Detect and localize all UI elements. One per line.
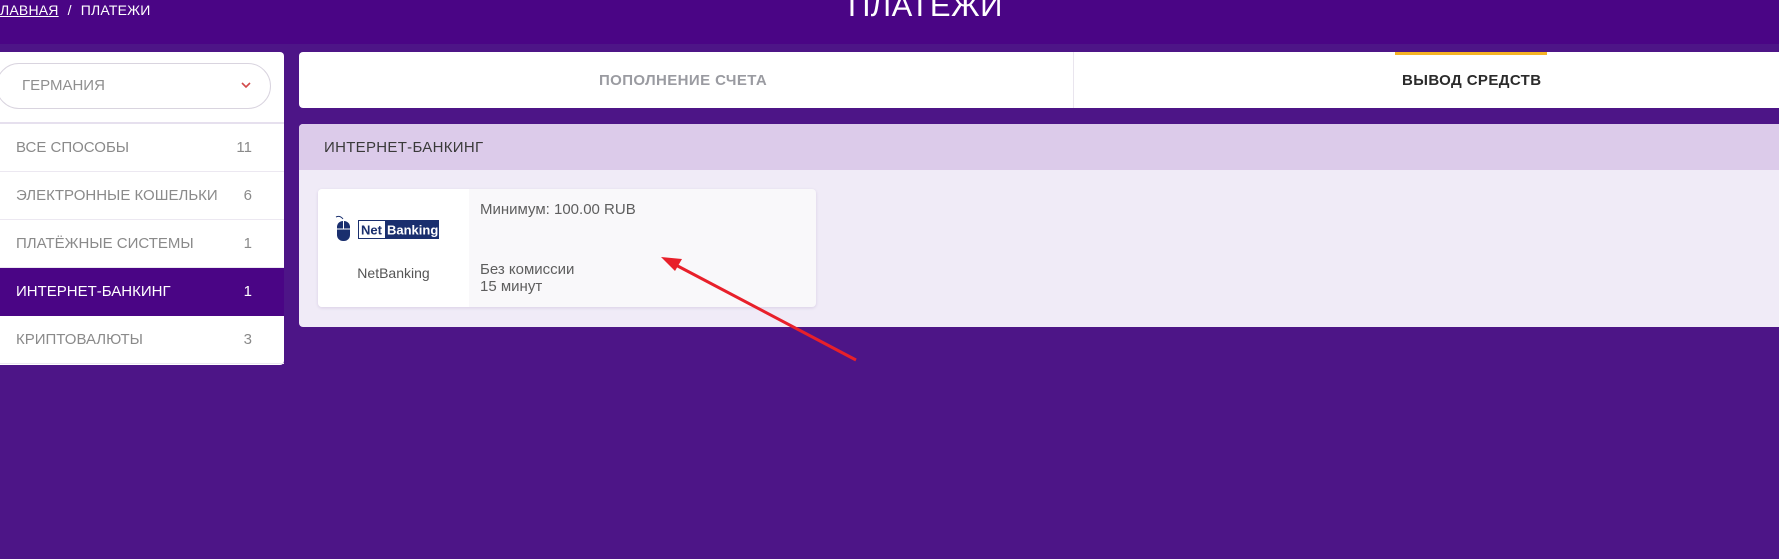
category-item-internet-banking[interactable]: ИНТЕРНЕТ-БАНКИНГ 1 bbox=[0, 268, 284, 316]
category-label: ПЛАТЁЖНЫЕ СИСТЕМЫ bbox=[16, 235, 194, 252]
netbanking-logo: Net Banking bbox=[335, 215, 439, 241]
category-item-crypto[interactable]: КРИПТОВАЛЮТЫ 3 bbox=[0, 316, 284, 364]
payment-method-card[interactable]: Net Banking NetBanking Минимум: 100.00 R… bbox=[318, 189, 816, 307]
method-minimum: Минимум: 100.00 RUB bbox=[480, 201, 636, 218]
category-label: ИНТЕРНЕТ-БАНКИНГ bbox=[16, 283, 171, 300]
logo-text-net: Net bbox=[361, 223, 383, 238]
category-item-e-wallets[interactable]: ЭЛЕКТРОННЫЕ КОШЕЛЬКИ 6 bbox=[0, 172, 284, 220]
methods-panel: ИНТЕРНЕТ-БАНКИНГ Net Banking NetBanking … bbox=[299, 124, 1779, 327]
category-label: КРИПТОВАЛЮТЫ bbox=[16, 331, 143, 348]
method-fee: Без комиссии bbox=[480, 261, 575, 278]
category-list: ВСЕ СПОСОБЫ 11 ЭЛЕКТРОННЫЕ КОШЕЛЬКИ 6 ПЛ… bbox=[0, 124, 284, 364]
logo-text-banking: Banking bbox=[387, 223, 438, 238]
method-processing-time: 15 минут bbox=[480, 278, 543, 295]
category-count: 11 bbox=[236, 139, 252, 156]
category-count: 6 bbox=[243, 187, 252, 204]
breadcrumb: ЛАВНАЯ / ПЛАТЕЖИ bbox=[0, 2, 151, 18]
breadcrumb-home-link[interactable]: ЛАВНАЯ bbox=[0, 2, 59, 18]
breadcrumb-separator: / bbox=[67, 2, 72, 18]
tab-withdraw-label: ВЫВОД СРЕДСТВ bbox=[1402, 72, 1542, 89]
sidebar: ГЕРМАНИЯ ВСЕ СПОСОБЫ 11 ЭЛЕКТРОННЫЕ КОШЕ… bbox=[0, 52, 284, 365]
panel-title: ИНТЕРНЕТ-БАНКИНГ bbox=[324, 139, 484, 156]
category-label: ЭЛЕКТРОННЫЕ КОШЕЛЬКИ bbox=[16, 187, 218, 204]
category-count: 3 bbox=[243, 331, 252, 348]
tab-deposit[interactable]: ПОПОЛНЕНИЕ СЧЕТА bbox=[299, 52, 1074, 108]
panel-header: ИНТЕРНЕТ-БАНКИНГ bbox=[299, 124, 1779, 170]
category-count: 1 bbox=[243, 283, 252, 300]
chevron-down-icon bbox=[241, 82, 251, 89]
country-select[interactable]: ГЕРМАНИЯ bbox=[0, 63, 271, 109]
tab-withdraw[interactable]: ВЫВОД СРЕДСТВ bbox=[1074, 52, 1779, 108]
category-item-all[interactable]: ВСЕ СПОСОБЫ 11 bbox=[0, 124, 284, 172]
method-name: NetBanking bbox=[357, 265, 430, 281]
active-tab-indicator bbox=[1395, 52, 1547, 55]
category-item-payment-systems[interactable]: ПЛАТЁЖНЫЕ СИСТЕМЫ 1 bbox=[0, 220, 284, 268]
page-title: ПЛАТЕЖИ bbox=[848, 0, 1003, 23]
category-label: ВСЕ СПОСОБЫ bbox=[16, 139, 130, 156]
top-bar: ЛАВНАЯ / ПЛАТЕЖИ ПЛАТЕЖИ bbox=[0, 0, 1779, 44]
breadcrumb-current: ПЛАТЕЖИ bbox=[80, 2, 151, 18]
country-select-value: ГЕРМАНИЯ bbox=[22, 77, 105, 94]
category-count: 1 bbox=[243, 235, 252, 252]
tab-deposit-label: ПОПОЛНЕНИЕ СЧЕТА bbox=[599, 72, 768, 89]
payment-tabs: ПОПОЛНЕНИЕ СЧЕТА ВЫВОД СРЕДСТВ bbox=[299, 52, 1779, 108]
method-logo-box: Net Banking NetBanking bbox=[318, 189, 469, 307]
